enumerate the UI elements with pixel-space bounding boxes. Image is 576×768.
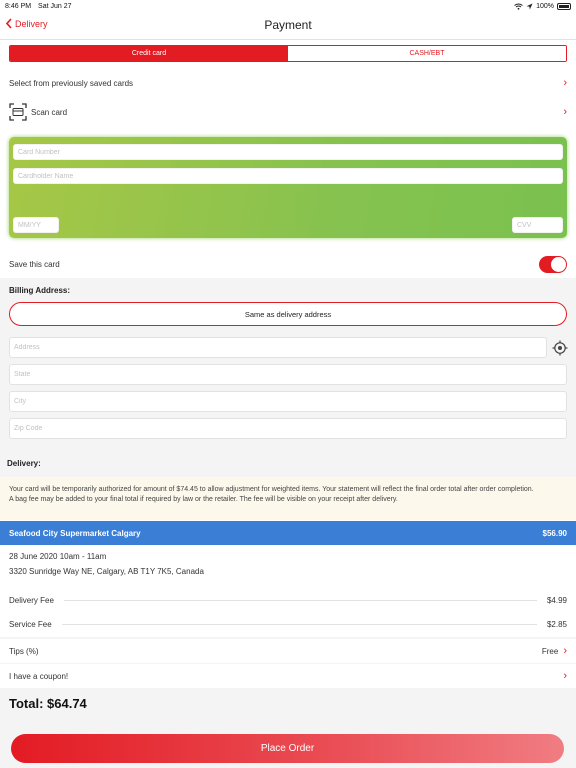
fee-divider <box>63 600 537 601</box>
tips-value: Free <box>541 646 559 656</box>
save-card-toggle[interactable] <box>539 255 567 273</box>
nav-bar: Delivery Payment <box>0 12 576 40</box>
coupon-label: I have a coupon! <box>9 671 69 681</box>
save-card-label: Save this card <box>9 259 60 269</box>
chevron-right-icon: › <box>563 669 567 682</box>
status-bar-right: 100% <box>514 2 571 10</box>
zip-code-input[interactable] <box>9 418 567 439</box>
authorization-notice-text: Your card will be temporarily authorized… <box>9 486 534 493</box>
credit-card-form <box>9 137 567 238</box>
saved-cards-row[interactable]: Select from previously saved cards › <box>0 74 576 92</box>
scan-card-label: Scan card <box>31 107 68 117</box>
billing-address-label: Billing Address: <box>9 286 71 295</box>
cardholder-name-input[interactable] <box>13 168 563 184</box>
scan-card-group: Scan card <box>9 103 67 121</box>
fee-amount: $2.85 <box>546 620 567 629</box>
delivery-fee-row: Delivery Fee $4.99 <box>9 596 567 605</box>
delivery-address: 3320 Sunridge Way NE, Calgary, AB T1Y 7K… <box>9 567 204 576</box>
expiry-input[interactable] <box>13 217 59 233</box>
payment-method-tabs: Credit card CASH/EBT <box>9 45 567 62</box>
fee-label: Service Fee <box>9 620 52 629</box>
scan-card-row[interactable]: Scan card › <box>0 101 576 123</box>
fee-label: Delivery Fee <box>9 596 54 605</box>
bag-fee-notice-text: A bag fee may be added to your final tot… <box>9 495 398 503</box>
same-as-delivery-button[interactable]: Same as delivery address <box>9 302 567 326</box>
chevron-right-icon: › <box>563 644 567 657</box>
tab-credit-card[interactable]: Credit card <box>10 46 288 61</box>
address-input[interactable] <box>9 337 547 358</box>
delivery-slot: 28 June 2020 10am - 11am <box>9 552 107 561</box>
locate-icon[interactable] <box>552 340 568 356</box>
store-name: Seafood City Supermarket Calgary <box>9 528 141 538</box>
state-input[interactable] <box>9 364 567 385</box>
city-input[interactable] <box>9 391 567 412</box>
place-order-button[interactable]: Place Order <box>11 734 564 763</box>
authorization-notice: Your card will be temporarily authorized… <box>0 477 576 520</box>
service-fee-row: Service Fee $2.85 <box>9 620 567 629</box>
tab-cash-ebt[interactable]: CASH/EBT <box>288 46 566 61</box>
coupon-row[interactable]: I have a coupon! › <box>0 664 576 688</box>
battery-percent: 100% <box>536 2 554 10</box>
saved-cards-label: Select from previously saved cards <box>9 78 134 88</box>
fee-divider <box>61 624 537 625</box>
tips-row[interactable]: Tips (%) Free › <box>0 639 576 663</box>
chevron-right-icon: › <box>563 105 567 118</box>
chevron-right-icon: › <box>563 76 567 89</box>
store-header: Seafood City Supermarket Calgary $56.90 <box>0 521 576 545</box>
page-title: Payment <box>264 18 312 32</box>
status-bar: 8:46 PM Sat Jun 27 100% <box>0 0 576 12</box>
scan-card-icon <box>9 103 27 121</box>
save-card-row: Save this card <box>0 254 576 274</box>
location-icon <box>526 3 533 9</box>
battery-icon <box>557 2 571 10</box>
store-total: $56.90 <box>542 528 567 538</box>
order-total: Total: $64.74 <box>9 696 87 711</box>
cvv-input[interactable] <box>512 217 563 233</box>
fee-amount: $4.99 <box>546 596 567 605</box>
card-number-input[interactable] <box>13 144 563 160</box>
status-time: 8:46 PM <box>5 2 32 10</box>
status-date: Sat Jun 27 <box>38 2 72 10</box>
delivery-label: Delivery: <box>7 459 41 468</box>
tips-value-group: Free › <box>541 644 567 657</box>
wifi-icon <box>514 3 523 10</box>
status-bar-left: 8:46 PM Sat Jun 27 <box>5 3 77 10</box>
tips-label: Tips (%) <box>9 646 39 656</box>
